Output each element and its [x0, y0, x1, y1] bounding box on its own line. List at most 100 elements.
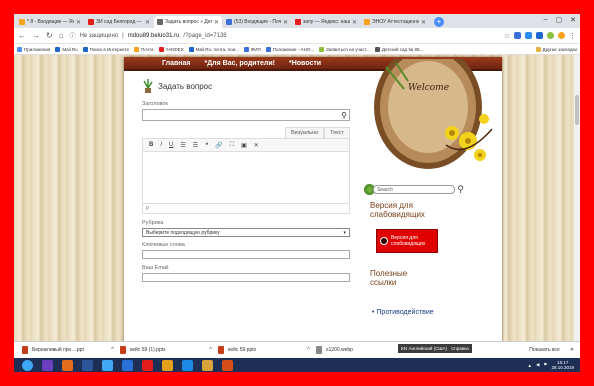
download-item[interactable]: s1200.webp^	[316, 346, 408, 354]
search-icon[interactable]: ⚲	[341, 111, 347, 120]
browser-tab[interactable]: * 8 - Входящие — Янде✕	[16, 16, 84, 28]
extension-icon[interactable]	[525, 32, 532, 39]
editor-tool-button[interactable]: U	[169, 142, 173, 148]
close-icon[interactable]: ✕	[283, 19, 288, 26]
menu-parents[interactable]: *Для Вас, родители!	[204, 60, 275, 67]
menu-news[interactable]: *Новости	[289, 60, 321, 67]
editor-tool-button[interactable]: ☰	[180, 142, 185, 149]
file-icon	[316, 346, 322, 354]
close-icon[interactable]: ✕	[570, 347, 574, 353]
back-icon[interactable]: ←	[18, 31, 26, 40]
close-icon[interactable]: ✕	[421, 19, 426, 26]
extension-icon[interactable]	[558, 32, 565, 39]
network-icon[interactable]: ▲	[527, 363, 531, 368]
editor-tool-button[interactable]: B	[149, 142, 153, 148]
rubric-label: Рубрика	[142, 220, 164, 226]
language-popup[interactable]: EN Английский (США) Справка	[398, 344, 472, 353]
extension-icon[interactable]	[514, 32, 521, 39]
tab-label: Задать вопрос » Детск	[165, 19, 212, 25]
heading-input[interactable]: ⚲	[142, 109, 350, 121]
editor-tool-button[interactable]: 🔗	[215, 142, 222, 149]
page-scrollbar[interactable]	[574, 55, 580, 341]
menu-icon[interactable]: ⋮	[569, 32, 576, 40]
editor-tool-button[interactable]: I	[160, 142, 162, 148]
maximize-icon[interactable]: ▢	[556, 16, 563, 24]
welcome-banner: Welcome	[356, 59, 502, 179]
welcome-ornament	[374, 59, 493, 169]
bookmark-item[interactable]: Детский сад № 89...	[374, 46, 423, 52]
url-field[interactable]: ⓘ Не защищено | mdou89.beluo31.ru/?page_…	[70, 30, 498, 41]
home-icon[interactable]: ⌂	[59, 31, 64, 40]
bookmark-item[interactable]: Mail.Ru	[55, 46, 78, 52]
new-tab-button[interactable]: +	[434, 17, 444, 27]
menu-home[interactable]: Главная	[162, 60, 190, 67]
info-icon[interactable]: ⓘ	[70, 31, 76, 40]
taskbar-app-icon[interactable]	[182, 359, 193, 371]
tab-text[interactable]: Текст	[324, 127, 350, 138]
close-icon[interactable]: ✕	[145, 19, 150, 26]
editor-tool-button[interactable]: ▣	[241, 142, 247, 149]
taskbar-app-icon[interactable]	[202, 359, 213, 371]
close-icon[interactable]: ✕	[352, 19, 357, 26]
bookmark-item[interactable]: Почта	[134, 46, 154, 52]
download-item[interactable]: Бережливый про....ppt ^	[22, 346, 114, 354]
flag-icon[interactable]: ⚑	[543, 362, 547, 368]
forward-icon[interactable]: →	[32, 31, 40, 40]
taskbar-app-icon[interactable]	[222, 359, 233, 371]
bookmark-item[interactable]: Положение - АНО...	[265, 46, 314, 52]
keywords-input[interactable]	[142, 250, 350, 259]
star-icon[interactable]: ☆	[504, 32, 510, 40]
useful-link[interactable]: • Противодействие	[372, 309, 434, 316]
taskbar-app-icon[interactable]	[162, 359, 173, 371]
extension-icon[interactable]	[547, 32, 554, 39]
taskbar-app-icon[interactable]	[62, 359, 73, 371]
close-icon[interactable]: ✕	[570, 16, 576, 24]
browser-tab[interactable]: (53) Входящие - Почта✕	[223, 16, 291, 28]
bookmark-item[interactable]: YANDEX	[158, 46, 184, 52]
vision-version-button[interactable]: Версия для слабовидящих	[376, 229, 438, 253]
bookmark-item[interactable]: Mail.Ru: почта, пои...	[188, 46, 239, 52]
question-editor[interactable]	[142, 152, 350, 204]
bookmark-item[interactable]: ФИП	[243, 46, 261, 52]
bookmark-item[interactable]: Заявиться на участ...	[319, 46, 370, 52]
bookmark-other[interactable]: Другие закладки	[535, 46, 577, 52]
show-all-button[interactable]: Показать все	[529, 347, 560, 353]
editor-tool-button[interactable]: ☰	[193, 142, 198, 149]
email-input[interactable]	[142, 273, 350, 282]
tab-visual[interactable]: Визуально	[285, 127, 325, 138]
editor-tool-button[interactable]: ⛶	[230, 142, 234, 149]
editor-tool-button[interactable]: ✕	[254, 142, 259, 149]
help-button[interactable]: Справка	[451, 346, 469, 351]
chevron-up-icon[interactable]: ^	[111, 347, 114, 353]
chevron-up-icon[interactable]: ^	[209, 347, 212, 353]
start-button[interactable]	[22, 359, 33, 371]
taskbar-app-icon[interactable]	[122, 359, 133, 371]
clock[interactable]: 15:17 28.10.2019	[551, 360, 574, 370]
browser-tab[interactable]: Задать вопрос » Детск✕	[154, 16, 222, 28]
close-icon[interactable]: ✕	[214, 19, 219, 26]
eye-icon	[380, 237, 388, 245]
taskbar-app-icon[interactable]	[42, 359, 53, 371]
taskbar-app-icon[interactable]	[102, 359, 113, 371]
volume-icon[interactable]: ◀	[536, 362, 539, 368]
bookmark-item[interactable]: Поиск в Интернете	[82, 46, 129, 52]
scroll-thumb[interactable]	[575, 95, 579, 125]
taskbar-app-icon[interactable]	[142, 359, 153, 371]
extension-icon[interactable]	[536, 32, 543, 39]
editor-tool-button[interactable]: ❝	[205, 142, 208, 149]
close-icon[interactable]: ✕	[76, 19, 81, 26]
download-item[interactable]: кейс 59 (1).pptx ^	[120, 346, 212, 354]
browser-tab[interactable]: ЭНОУ Аттестационные✕	[361, 16, 429, 28]
taskbar-app-icon[interactable]	[82, 359, 93, 371]
bookmark-item[interactable]: Приложения	[17, 46, 50, 52]
sidebar-search-input[interactable]: Search	[373, 184, 456, 194]
browser-tab[interactable]: запу — Яндекс: нашлось✕	[292, 16, 360, 28]
browser-tab[interactable]: ЗИ сад Белгород — Ян✕	[85, 16, 153, 28]
minimize-icon[interactable]: –	[544, 16, 548, 24]
download-item[interactable]: кейс 59.pptx ^	[218, 346, 310, 354]
rubric-select[interactable]: Выберите подходящую рубрику ▾	[142, 228, 350, 237]
chevron-down-icon: ▾	[343, 229, 346, 236]
search-icon[interactable]: ⚲	[457, 184, 464, 195]
chevron-up-icon[interactable]: ^	[307, 347, 310, 353]
reload-icon[interactable]: ↻	[46, 31, 53, 40]
